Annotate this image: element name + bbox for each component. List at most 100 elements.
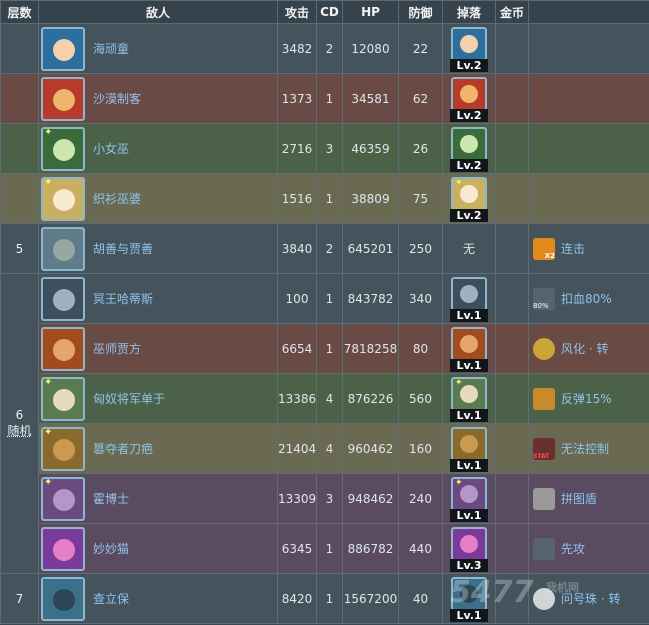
- portrait-icon[interactable]: ✦: [41, 176, 85, 221]
- portrait-icon[interactable]: [41, 576, 85, 621]
- cd-cell: 2: [316, 23, 343, 74]
- drop-level: Lv.2: [450, 208, 488, 222]
- drop-item-icon[interactable]: ✦ Lv.1: [450, 376, 488, 422]
- enemy-name-link[interactable]: 匈奴将军单于: [93, 390, 165, 407]
- enemy-name-link[interactable]: 妙妙猫: [93, 540, 129, 557]
- table-row: ✦ 霍博士 13309 3 948462 240 ✦ Lv.1 拼图盾: [0, 473, 649, 524]
- drop-level: Lv.1: [450, 408, 488, 422]
- skill-cell: [528, 23, 649, 74]
- drop-cell: Lv.2: [442, 73, 496, 124]
- cd-cell: 1: [316, 73, 343, 124]
- attack-cell: 13386: [277, 373, 317, 424]
- table-row: 6 随机 冥王哈蒂斯 100 1 843782 340 Lv.1 80% 扣血80…: [0, 273, 649, 574]
- layer-six-random: 随机: [7, 424, 32, 438]
- cd-cell: 3: [316, 473, 343, 524]
- defense-cell: 440: [398, 523, 443, 574]
- gold-cell: [495, 323, 529, 374]
- portrait-icon[interactable]: [41, 526, 85, 571]
- enemy-name-link[interactable]: 胡善与贾善: [93, 240, 153, 257]
- portrait-icon[interactable]: [41, 76, 85, 121]
- enemy-cell: 妙妙猫: [38, 523, 278, 574]
- drop-item-icon[interactable]: Lv.2: [450, 126, 488, 172]
- portrait-icon[interactable]: ✦: [41, 426, 85, 471]
- drop-cell: Lv.3: [442, 523, 496, 574]
- skill-link[interactable]: 拼图盾: [561, 490, 597, 507]
- drop-item-icon[interactable]: Lv.1: [450, 326, 488, 372]
- enemy-cell: 冥王哈蒂斯: [38, 273, 278, 324]
- enemy-name-link[interactable]: 篡夺者刀疤: [93, 440, 153, 457]
- header-cd: CD: [316, 0, 343, 24]
- portrait-icon[interactable]: ✦: [41, 126, 85, 171]
- gold-cell: [495, 73, 529, 124]
- cd-cell: 4: [316, 373, 343, 424]
- enemy-name-link[interactable]: 小女巫: [93, 140, 129, 157]
- portrait-icon[interactable]: [41, 326, 85, 371]
- drop-level: Lv.1: [450, 458, 488, 472]
- shield-reflect-icon: [533, 387, 555, 410]
- enemy-name-link[interactable]: 查立保: [93, 590, 129, 607]
- drop-item-icon[interactable]: Lv.3: [450, 526, 488, 572]
- drop-level: Lv.2: [450, 58, 488, 72]
- drop-item-icon[interactable]: Lv.2: [450, 26, 488, 72]
- gold-cell: [495, 23, 529, 74]
- table-row: ✦ 篡夺者刀疤 21404 4 960462 160 Lv.1 STAT 无法控制: [0, 423, 649, 474]
- skill-link[interactable]: 连击: [561, 240, 585, 257]
- enemy-name-link[interactable]: 冥王哈蒂斯: [93, 290, 153, 307]
- layer-cell-empty: [0, 173, 39, 224]
- drop-item-icon[interactable]: Lv.1: [450, 426, 488, 472]
- cd-cell: 1: [316, 573, 343, 624]
- attack-cell: 1516: [277, 173, 317, 224]
- drop-level: Lv.1: [450, 308, 488, 322]
- enemy-cell: ✦ 小女巫: [38, 123, 278, 174]
- enemy-name-link[interactable]: 沙漠制客: [93, 90, 141, 107]
- skill-cell: X2 连击: [528, 223, 649, 274]
- attack-cell: 21404: [277, 423, 317, 474]
- enemy-name-link[interactable]: 织衫巫婆: [93, 190, 141, 207]
- enemy-name-link[interactable]: 巫师贾方: [93, 340, 141, 357]
- gold-cell: [495, 373, 529, 424]
- hp-cell: 38809: [342, 173, 399, 224]
- header-defense: 防御: [398, 0, 443, 24]
- portrait-icon[interactable]: [41, 226, 85, 271]
- portrait-icon[interactable]: ✦: [41, 376, 85, 421]
- attack-cell: 3840: [277, 223, 317, 274]
- attack-cell: 13309: [277, 473, 317, 524]
- skill-link[interactable]: 反弹15%: [561, 390, 612, 407]
- layer-cell: 7: [0, 573, 39, 624]
- skill-cell: 反弹15%: [528, 373, 649, 424]
- skill-link[interactable]: 扣血80%: [561, 290, 612, 307]
- enemy-name-link[interactable]: 海顽童: [93, 40, 129, 57]
- defense-cell: 26: [398, 123, 443, 174]
- skill-link[interactable]: 无法控制: [561, 440, 609, 457]
- skill-link[interactable]: 先攻: [561, 540, 585, 557]
- enemy-cell: 查立保: [38, 573, 278, 624]
- table-row: 沙漠制客 1373 1 34581 62 Lv.2: [0, 73, 649, 124]
- attack-cell: 6345: [277, 523, 317, 574]
- drop-level: Lv.1: [450, 358, 488, 372]
- enemy-cell: ✦ 篡夺者刀疤: [38, 423, 278, 474]
- skill-link[interactable]: 风化 · 转: [561, 340, 608, 357]
- drop-item-icon[interactable]: ✦ Lv.1: [450, 476, 488, 522]
- drop-item-icon[interactable]: Lv.1: [450, 276, 488, 322]
- gold-cell: [495, 273, 529, 324]
- hp-cell: 7818258: [342, 323, 399, 374]
- drop-level: Lv.3: [450, 558, 488, 572]
- header-layer: 层数: [0, 0, 39, 24]
- enemy-cell: ✦ 织衫巫婆: [38, 173, 278, 224]
- table-row: ✦ 匈奴将军单于 13386 4 876226 560 ✦ Lv.1 反弹15%: [0, 373, 649, 424]
- enemy-cell: 胡善与贾善: [38, 223, 278, 274]
- first-strike-icon: [533, 537, 555, 560]
- drop-item-icon[interactable]: ✦ Lv.2: [450, 176, 488, 222]
- hp-cell: 948462: [342, 473, 399, 524]
- gold-cell: [495, 223, 529, 274]
- portrait-icon[interactable]: [41, 276, 85, 321]
- defense-cell: 22: [398, 23, 443, 74]
- enemy-name-link[interactable]: 霍博士: [93, 490, 129, 507]
- gold-cell: [495, 523, 529, 574]
- portrait-icon[interactable]: [41, 26, 85, 71]
- hp-cell: 886782: [342, 523, 399, 574]
- defense-cell: 560: [398, 373, 443, 424]
- site-watermark: 5477 我机网: [450, 575, 630, 619]
- drop-item-icon[interactable]: Lv.2: [450, 76, 488, 122]
- portrait-icon[interactable]: ✦: [41, 476, 85, 521]
